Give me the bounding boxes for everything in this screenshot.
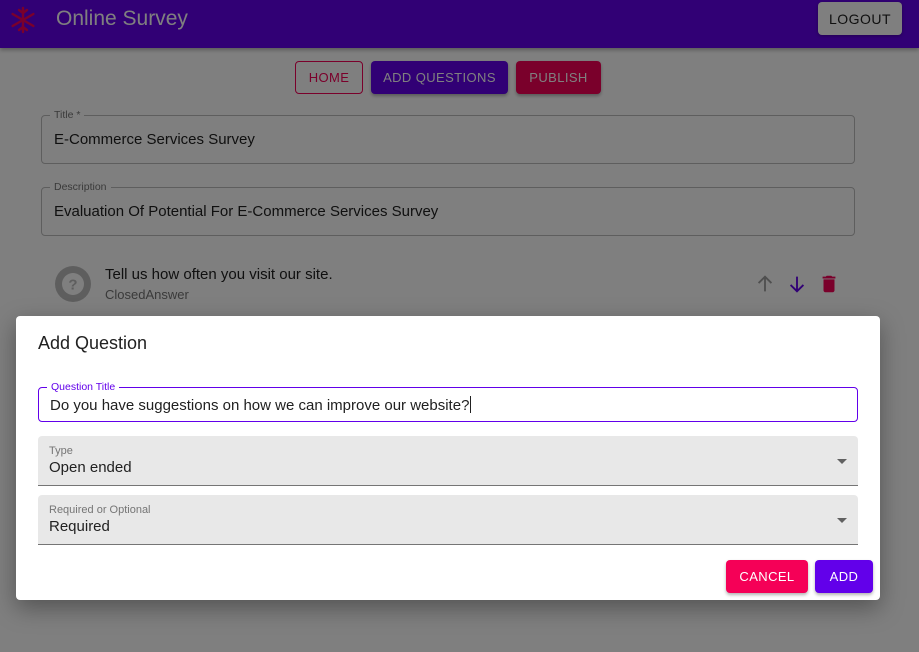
add-button[interactable]: ADD xyxy=(815,560,873,593)
add-question-dialog: Add Question Question Title Do you have … xyxy=(16,316,880,600)
text-caret xyxy=(470,396,472,413)
question-title-value-wrap: Do you have suggestions on how we can im… xyxy=(50,396,472,414)
required-value: Required xyxy=(49,518,110,535)
question-title-value: Do you have suggestions on how we can im… xyxy=(50,397,470,414)
cancel-button[interactable]: CANCEL xyxy=(726,560,808,593)
type-label: Type xyxy=(49,445,73,457)
dialog-title: Add Question xyxy=(38,333,148,353)
required-select[interactable]: Required or Optional Required xyxy=(38,495,858,545)
question-title-input[interactable]: Question Title Do you have suggestions o… xyxy=(38,381,858,422)
type-value: Open ended xyxy=(49,459,132,476)
required-label: Required or Optional xyxy=(49,504,151,516)
dropdown-arrow-icon xyxy=(837,459,847,464)
dropdown-arrow-icon xyxy=(837,518,847,523)
question-title-label: Question Title xyxy=(47,381,120,393)
type-select[interactable]: Type Open ended xyxy=(38,436,858,486)
